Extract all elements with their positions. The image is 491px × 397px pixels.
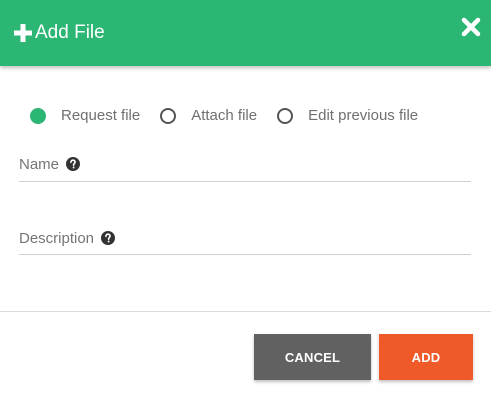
question-circle-icon[interactable] — [66, 157, 81, 171]
radio-selected-indicator[interactable] — [30, 108, 46, 124]
radio-request-file[interactable]: Request file — [30, 106, 140, 126]
name-field[interactable]: Name — [19, 152, 471, 182]
radio-attach-file[interactable]: Attach file — [160, 106, 257, 126]
footer-divider — [0, 311, 491, 312]
dialog-title: Add File — [35, 22, 105, 43]
radio-unselected-indicator[interactable] — [277, 108, 294, 124]
add-file-dialog: Add File Request file Attach file Edit p… — [0, 0, 491, 397]
radio-unselected-indicator[interactable] — [160, 108, 177, 124]
plus-icon — [14, 24, 32, 42]
add-button[interactable]: ADD — [379, 334, 473, 380]
question-circle-icon[interactable] — [101, 231, 116, 245]
dialog-title-group: Add File — [14, 20, 105, 46]
radio-label-edit-previous-file: Edit previous file — [308, 107, 419, 124]
radio-edit-previous-file[interactable]: Edit previous file — [277, 106, 418, 126]
close-icon[interactable] — [461, 17, 481, 37]
name-field-label: Name — [19, 155, 60, 173]
file-source-radio-group: Request file Attach file Edit previous f… — [30, 106, 438, 126]
description-field[interactable]: Description — [19, 226, 471, 255]
radio-label-attach-file: Attach file — [191, 107, 258, 124]
dialog-header: Add File — [0, 0, 491, 66]
name-field-label-row: Name — [19, 152, 471, 176]
description-field-label: Description — [19, 229, 95, 247]
cancel-button[interactable]: CANCEL — [254, 334, 371, 380]
description-field-label-row: Description — [19, 226, 471, 250]
radio-label-request-file: Request file — [61, 107, 141, 124]
